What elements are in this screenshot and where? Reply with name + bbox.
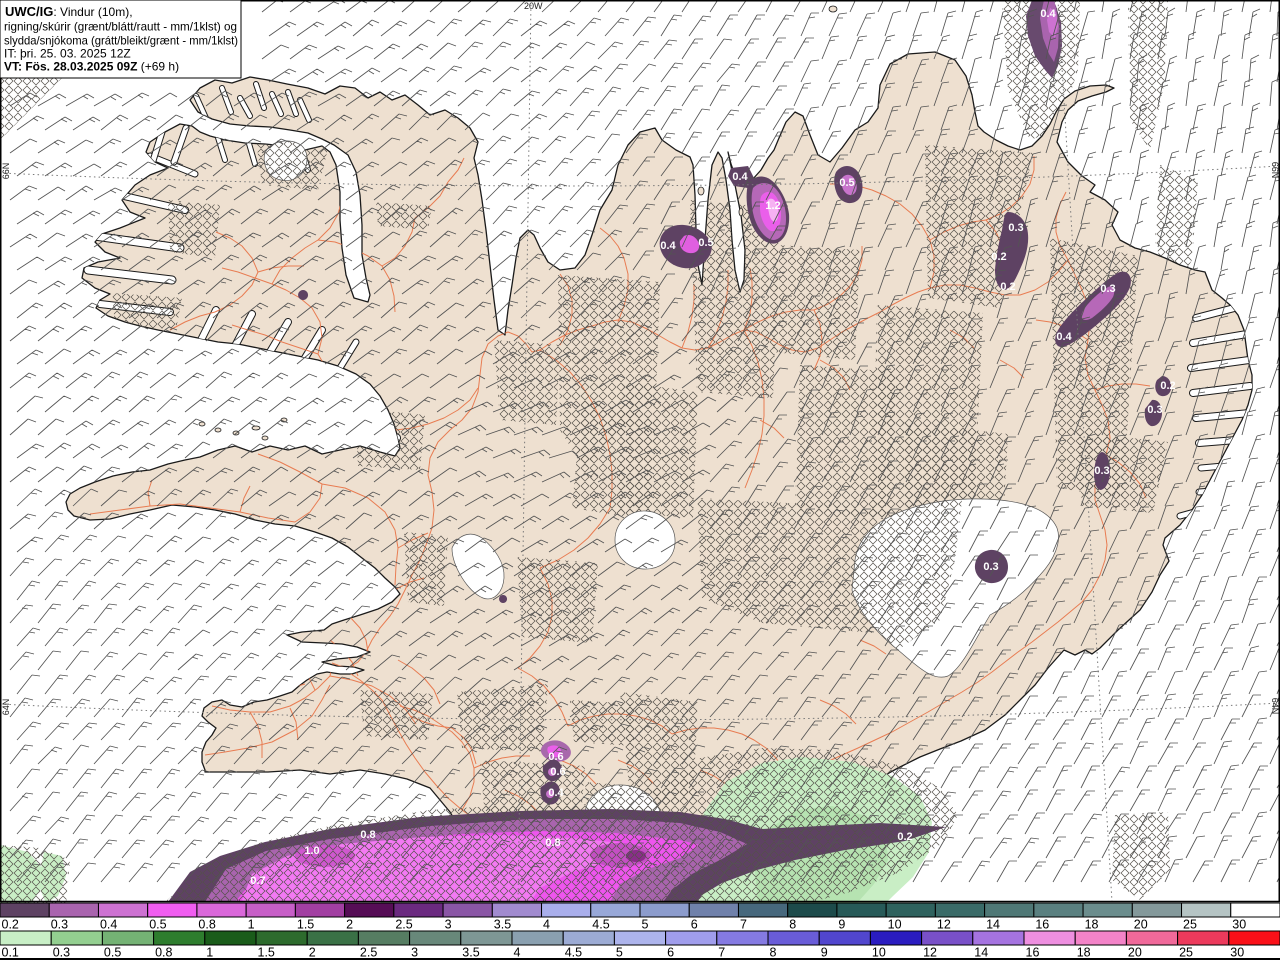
svg-text:0.5: 0.5 — [104, 946, 121, 960]
svg-text:0.2: 0.2 — [991, 251, 1006, 263]
svg-text:0.4: 0.4 — [660, 240, 676, 252]
svg-text:14: 14 — [974, 946, 988, 960]
svg-text:6: 6 — [667, 946, 674, 960]
svg-text:16: 16 — [1026, 946, 1040, 960]
svg-text:VT: Fös. 28.03.2025 09Z (+69 h: VT: Fös. 28.03.2025 09Z (+69 h) — [4, 60, 179, 74]
svg-text:2: 2 — [309, 946, 316, 960]
svg-text:4: 4 — [543, 918, 550, 932]
svg-text:0.4: 0.4 — [548, 787, 564, 799]
svg-text:16: 16 — [1035, 918, 1049, 932]
svg-text:0.2: 0.2 — [1000, 281, 1015, 293]
svg-text:0.3: 0.3 — [51, 918, 68, 932]
svg-text:0.2: 0.2 — [1160, 380, 1175, 392]
svg-text:0.8: 0.8 — [545, 837, 560, 849]
svg-text:3: 3 — [411, 946, 418, 960]
svg-text:0.5: 0.5 — [149, 918, 166, 932]
svg-text:12: 12 — [923, 946, 937, 960]
svg-text:30: 30 — [1232, 918, 1246, 932]
svg-text:12: 12 — [937, 918, 951, 932]
svg-text:0.4: 0.4 — [1056, 331, 1072, 343]
svg-text:5: 5 — [616, 946, 623, 960]
svg-text:IT: þri. 25. 03. 2025 12Z: IT: þri. 25. 03. 2025 12Z — [4, 47, 131, 61]
svg-text:10: 10 — [888, 918, 902, 932]
svg-text:0.4: 0.4 — [1040, 8, 1056, 20]
svg-text:0.5: 0.5 — [698, 237, 713, 249]
svg-text:25: 25 — [1179, 946, 1193, 960]
svg-text:6: 6 — [691, 918, 698, 932]
svg-text:1.0: 1.0 — [304, 845, 319, 857]
svg-text:0.6: 0.6 — [548, 751, 563, 763]
svg-text:0.3: 0.3 — [1147, 404, 1162, 416]
svg-text:9: 9 — [838, 918, 845, 932]
svg-text:0.3: 0.3 — [1100, 283, 1115, 295]
svg-text:30: 30 — [1230, 946, 1244, 960]
svg-text:8: 8 — [770, 946, 777, 960]
svg-text:0.4: 0.4 — [732, 171, 748, 183]
svg-text:0.7: 0.7 — [250, 875, 265, 887]
svg-text:4: 4 — [514, 946, 521, 960]
svg-text:18: 18 — [1077, 946, 1091, 960]
svg-text:7: 7 — [740, 918, 747, 932]
svg-text:slydda/snjókoma (grátt/bleikt/: slydda/snjókoma (grátt/bleikt/grænt - mm… — [4, 34, 238, 48]
svg-text:0.3: 0.3 — [1008, 222, 1023, 234]
svg-text:0.3: 0.3 — [1094, 465, 1109, 477]
svg-text:0.6: 0.6 — [550, 766, 565, 778]
svg-text:2: 2 — [346, 918, 353, 932]
svg-text:UWC/IG: Vindur (10m),: UWC/IG: Vindur (10m), — [5, 4, 133, 19]
svg-text:18: 18 — [1085, 918, 1099, 932]
svg-text:1.2: 1.2 — [765, 200, 780, 212]
svg-text:64N: 64N — [1, 699, 11, 716]
svg-text:9: 9 — [821, 946, 828, 960]
svg-text:1: 1 — [206, 946, 213, 960]
svg-text:20W: 20W — [524, 1, 543, 11]
svg-text:10: 10 — [872, 946, 886, 960]
svg-text:0.8: 0.8 — [198, 918, 215, 932]
svg-text:3.5: 3.5 — [494, 918, 511, 932]
svg-text:8: 8 — [789, 918, 796, 932]
svg-text:7: 7 — [718, 946, 725, 960]
svg-text:0.8: 0.8 — [360, 829, 375, 841]
svg-text:20: 20 — [1128, 946, 1142, 960]
svg-text:2.5: 2.5 — [360, 946, 377, 960]
svg-text:0.8: 0.8 — [155, 946, 172, 960]
svg-text:1.5: 1.5 — [297, 918, 314, 932]
svg-text:0.4: 0.4 — [100, 918, 117, 932]
svg-text:1: 1 — [248, 918, 255, 932]
svg-text:rigning/skúrir (grænt/blátt/ra: rigning/skúrir (grænt/blátt/rautt - mm/1… — [4, 20, 237, 34]
svg-text:5: 5 — [642, 918, 649, 932]
svg-text:3.5: 3.5 — [462, 946, 479, 960]
svg-text:0.1: 0.1 — [2, 946, 19, 960]
svg-text:25: 25 — [1183, 918, 1197, 932]
svg-text:20: 20 — [1134, 918, 1148, 932]
svg-text:4.5: 4.5 — [592, 918, 609, 932]
svg-text:0.2: 0.2 — [897, 831, 912, 843]
svg-text:1.5: 1.5 — [258, 946, 275, 960]
svg-text:14: 14 — [986, 918, 1000, 932]
svg-text:66N: 66N — [1, 163, 11, 180]
svg-text:0.5: 0.5 — [839, 177, 854, 189]
svg-text:0.3: 0.3 — [983, 561, 998, 573]
svg-text:2.5: 2.5 — [395, 918, 412, 932]
svg-text:0.2: 0.2 — [2, 918, 19, 932]
svg-text:0.3: 0.3 — [53, 946, 70, 960]
svg-text:3: 3 — [445, 918, 452, 932]
svg-text:4.5: 4.5 — [565, 946, 582, 960]
